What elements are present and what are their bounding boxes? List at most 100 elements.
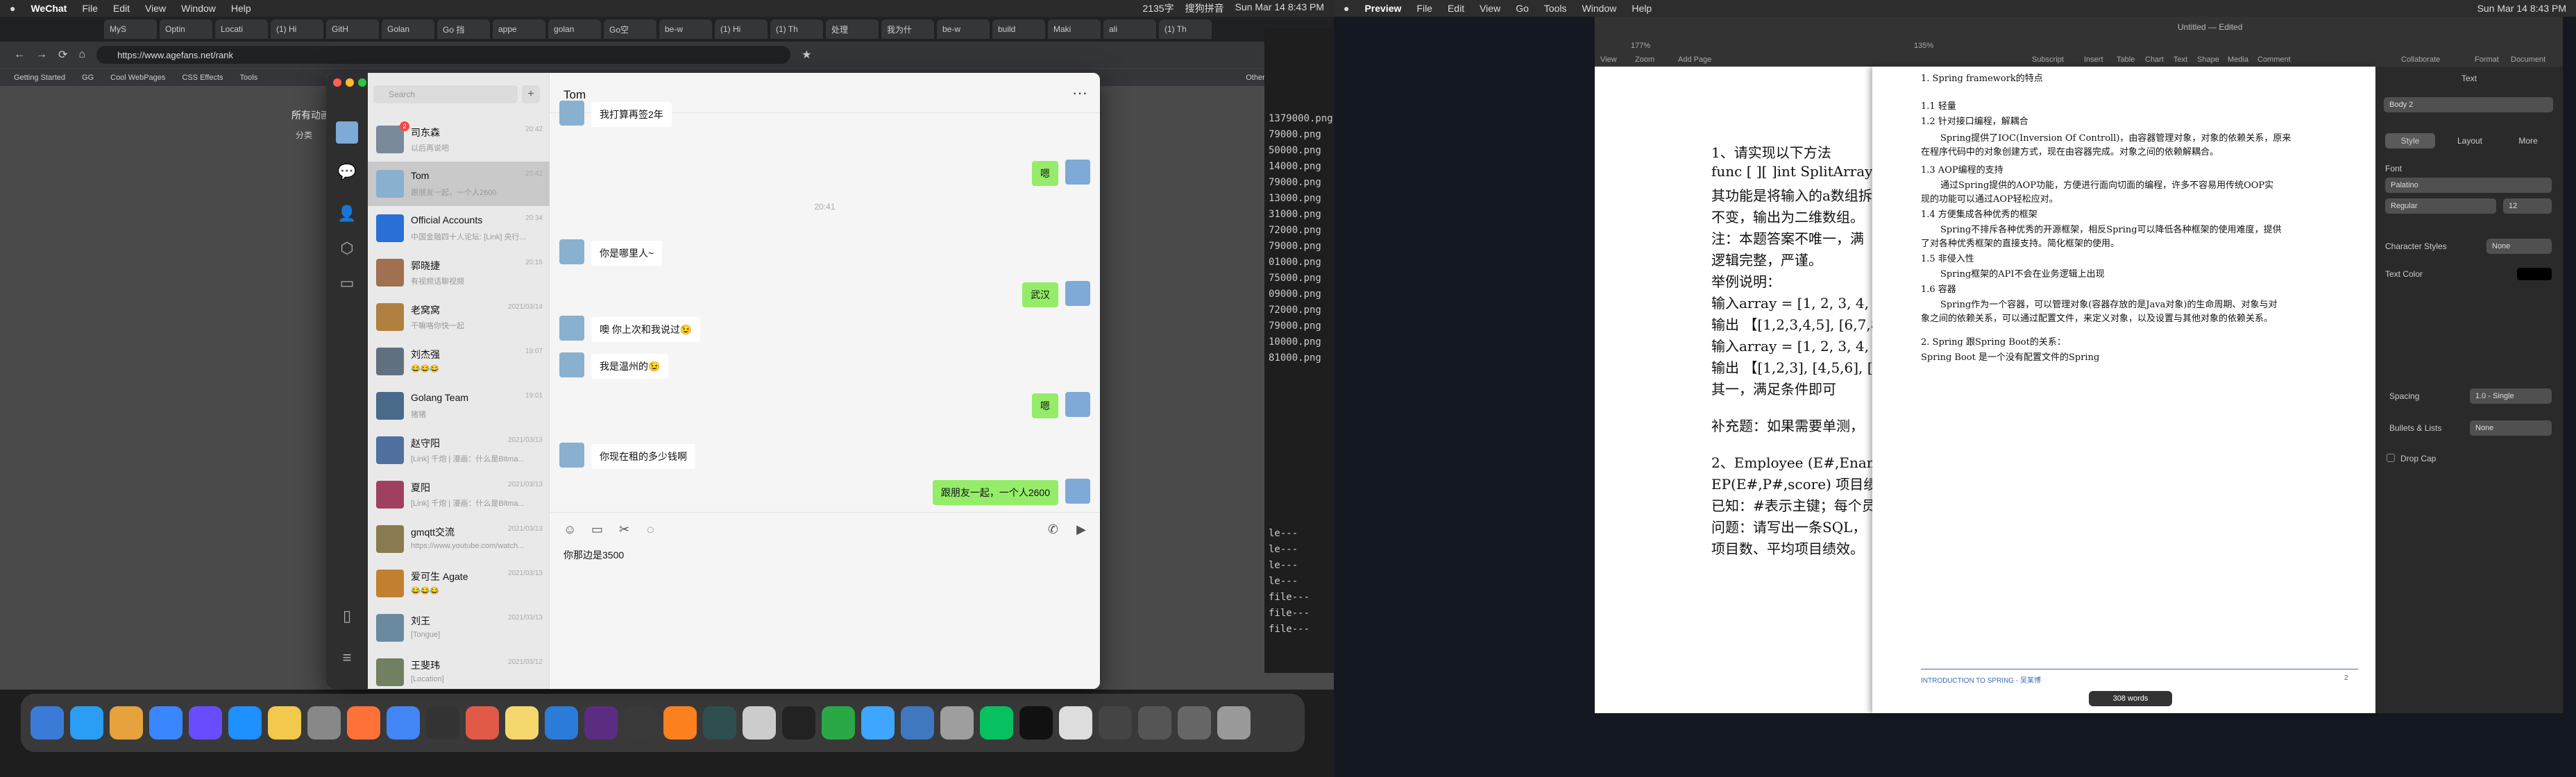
zoom-button[interactable] [358, 78, 366, 87]
dock-app-icon[interactable] [505, 706, 539, 740]
dock-app-icon[interactable] [663, 706, 697, 740]
dock-app-icon[interactable] [1217, 706, 1251, 740]
folder-icon[interactable]: ▭ [337, 273, 357, 293]
tool-shape[interactable]: Shape [2197, 56, 2219, 64]
message-input[interactable]: 你那边是3500 [564, 548, 624, 562]
menu-edit[interactable]: Edit [113, 3, 130, 14]
new-chat-button[interactable]: + [522, 85, 540, 103]
video-call-icon[interactable]: ▶ [1076, 522, 1086, 537]
dock-app-icon[interactable] [980, 706, 1013, 740]
spacing-label[interactable]: Spacing [2389, 391, 2419, 401]
menu-help[interactable]: Help [231, 3, 251, 14]
bullets-label[interactable]: Bullets & Lists [2389, 423, 2441, 433]
menu-edit[interactable]: Edit [1448, 3, 1464, 14]
browser-tab[interactable]: Optin [160, 19, 212, 39]
menu-file[interactable]: File [1416, 3, 1432, 14]
browser-tab[interactable]: Maki [1048, 19, 1101, 39]
my-avatar[interactable] [336, 121, 358, 144]
char-styles-select[interactable]: None [2486, 239, 2552, 254]
voice-call-icon[interactable]: ✆ [1048, 522, 1058, 537]
menu-view[interactable]: View [145, 3, 166, 14]
tool-insert[interactable]: Insert [2084, 56, 2103, 64]
browser-tab[interactable]: (1) Th [1159, 19, 1212, 39]
dropcap-checkbox[interactable] [2387, 454, 2395, 462]
message-bubble[interactable]: 跟朋友一起，一个人2600 [932, 480, 1058, 505]
dock-app-icon[interactable] [1099, 706, 1132, 740]
bookmark-getting-started[interactable]: Getting Started [14, 74, 65, 82]
message-bubble[interactable]: 嗯 [1032, 161, 1058, 186]
zoom-left[interactable]: 177% [1631, 42, 1650, 50]
conversation-item[interactable]: Golang Team 猪猪 19:01 [368, 384, 550, 428]
menu-window[interactable]: Window [1582, 3, 1617, 14]
url-input[interactable]: https://www.agefans.net/rank [96, 46, 791, 64]
browser-tab[interactable]: be-w [937, 19, 990, 39]
message-bubble[interactable]: 武汉 [1022, 282, 1058, 307]
bookmark-star-icon[interactable]: ★ [802, 48, 811, 62]
chat-history-icon[interactable]: ◌ [647, 522, 654, 537]
message-bubble[interactable]: 你现在租的多少钱啊 [591, 444, 695, 469]
conversation-item[interactable]: gmqtt交流 https://www.youtube.com/watch... 2… [368, 517, 550, 561]
tool-format[interactable]: Format [2475, 56, 2499, 64]
dock-app-icon[interactable] [307, 706, 341, 740]
bookmark-gg[interactable]: GG [82, 74, 94, 82]
clock[interactable]: Sun Mar 14 8:43 PM [2477, 3, 2566, 14]
dock-app-icon[interactable] [189, 706, 222, 740]
dock-app-icon[interactable] [1059, 706, 1092, 740]
conversation-item[interactable]: 刘王 [Tongue] 2021/03/13 [368, 606, 550, 650]
ime-indicator[interactable]: 搜狗拼音 [1185, 1, 1224, 15]
close-button[interactable] [333, 78, 341, 87]
tool-comment[interactable]: Comment [2257, 56, 2291, 64]
menu-view[interactable]: View [1480, 3, 1500, 14]
dock-app-icon[interactable] [1138, 706, 1171, 740]
message-bubble[interactable]: 嗯 [1032, 393, 1058, 418]
dock-app-icon[interactable] [861, 706, 895, 740]
screenshot-icon[interactable]: ✂ [619, 522, 629, 537]
bookmark-css-effects[interactable]: CSS Effects [182, 74, 223, 82]
chat-icon[interactable]: 💬 [337, 162, 357, 182]
file-icon[interactable]: ▭ [591, 522, 603, 537]
browser-tab[interactable]: appe [493, 19, 545, 39]
minimize-button[interactable] [346, 78, 354, 87]
search-input[interactable]: Search [373, 85, 518, 103]
paragraph-style-select[interactable]: Body 2 [2384, 97, 2553, 112]
tab-layout[interactable]: Layout [2445, 133, 2495, 148]
tab-more[interactable]: More [2503, 133, 2553, 148]
font-select[interactable]: Palatino [2385, 178, 2552, 193]
message-bubble[interactable]: 我打算再签2年 [591, 102, 672, 127]
browser-tab[interactable]: Go 挡 [437, 19, 490, 39]
dock-app-icon[interactable] [901, 706, 934, 740]
menu-window[interactable]: Window [181, 3, 216, 14]
conversation-item[interactable]: 刘杰强 😂😂😂 19:07 [368, 339, 550, 384]
tool-table[interactable]: Table [2117, 56, 2135, 64]
word-count[interactable]: 308 words [2089, 691, 2172, 706]
dock-app-icon[interactable] [466, 706, 499, 740]
menu-icon[interactable]: ≡ [337, 647, 357, 668]
browser-tab[interactable]: 我为什 [881, 19, 934, 39]
browser-tab[interactable]: GitH [326, 19, 379, 39]
menu-help[interactable]: Help [1632, 3, 1652, 14]
dock-app-icon[interactable] [822, 706, 855, 740]
conversation-item[interactable]: Tom 跟朋友一起，一个人2600 20:42 [368, 162, 550, 206]
conversation-item[interactable]: 郭晓捷 有视频话聊视频 20:15 [368, 250, 550, 295]
clock[interactable]: Sun Mar 14 8:43 PM [1235, 1, 1324, 15]
tool-subscript[interactable]: Subscript [2032, 56, 2064, 64]
browser-tab[interactable]: (1) Hi [271, 19, 323, 39]
dock-app-icon[interactable] [149, 706, 183, 740]
dock-app-icon[interactable] [110, 706, 143, 740]
bookmark-tools[interactable]: Tools [240, 74, 258, 82]
bookmark-cool-webpages[interactable]: Cool WebPages [110, 74, 165, 82]
spacing-select[interactable]: 1.0 - Single [2470, 388, 2552, 404]
browser-tab[interactable]: build [992, 19, 1045, 39]
tool-document[interactable]: Document [2511, 56, 2545, 64]
dock-app-icon[interactable] [940, 706, 974, 740]
font-weight-select[interactable]: Regular [2385, 198, 2496, 214]
conversation-item[interactable]: 赵守阳 [Link] 千炮 | 漫画：什么是Bitma... 2021/03/13 [368, 428, 550, 472]
browser-tab[interactable]: Go空 [604, 19, 656, 39]
emoji-icon[interactable]: ☺ [564, 522, 576, 537]
browser-tab[interactable]: Golan [382, 19, 434, 39]
zoom-right[interactable]: 135% [1914, 42, 1933, 50]
home-icon[interactable]: ⌂ [78, 49, 85, 61]
tool-zoom[interactable]: Zoom [1635, 56, 1654, 64]
menu-file[interactable]: File [82, 3, 98, 14]
reload-icon[interactable]: ⟳ [58, 48, 67, 62]
